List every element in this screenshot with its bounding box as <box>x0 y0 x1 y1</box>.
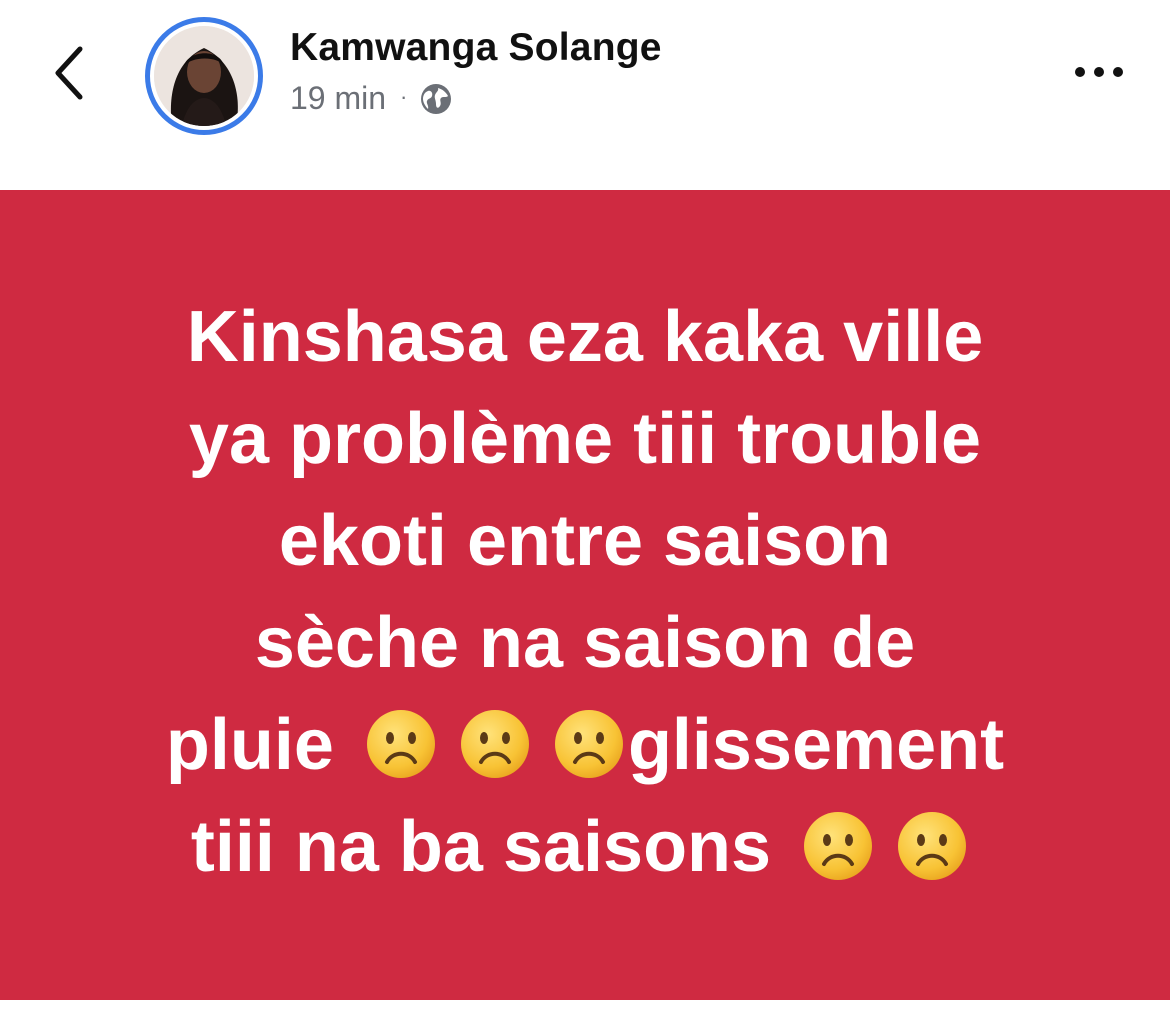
more-options-icon-dot <box>1094 67 1104 77</box>
post-text: Kinshasa eza kaka ville ya problème tiii… <box>85 286 1085 898</box>
profile-photo-icon <box>154 26 254 126</box>
post-line-text: Kinshasa eza kaka ville <box>186 297 984 377</box>
frowning-face-emoji <box>366 710 435 778</box>
back-button[interactable] <box>40 38 100 108</box>
chevron-left-icon <box>55 46 83 100</box>
post-line: Kinshasa eza kaka ville <box>85 286 1085 388</box>
post-line: ya problème tiii trouble <box>85 388 1085 490</box>
post-line-text: sèche na saison de <box>254 603 916 683</box>
post-line-text: ekoti entre saison <box>278 501 892 581</box>
more-options-button[interactable] <box>1062 48 1136 96</box>
post-line-text: tiii na ba saisons <box>190 807 772 887</box>
author-name[interactable]: Kamwanga Solange <box>290 26 662 70</box>
more-options-icon-dot <box>1113 67 1123 77</box>
frowning-face-emoji <box>554 710 623 778</box>
avatar[interactable] <box>145 17 263 135</box>
post-line: pluie glissement <box>85 694 1085 796</box>
post-line-text: ya problème tiii trouble <box>188 399 982 479</box>
post-timestamp[interactable]: 19 min <box>290 80 386 117</box>
post-header: Kamwanga Solange 19 min · <box>0 0 1170 190</box>
post-line-text: pluie <box>165 705 334 785</box>
frowning-face-emoji <box>898 812 967 880</box>
bottom-strip <box>0 1000 1170 1028</box>
globe-icon[interactable] <box>419 82 453 116</box>
post-line-text: glissement <box>627 705 1005 785</box>
post-text-card[interactable]: Kinshasa eza kaka ville ya problème tiii… <box>0 190 1170 1000</box>
frowning-face-emoji <box>460 710 529 778</box>
frowning-face-emoji <box>804 812 873 880</box>
post-line: tiii na ba saisons <box>85 796 1085 898</box>
post-line: ekoti entre saison <box>85 490 1085 592</box>
more-options-icon <box>1075 67 1085 77</box>
post-meta: 19 min · <box>290 80 453 117</box>
post-line: sèche na saison de <box>85 592 1085 694</box>
avatar-photo <box>154 26 254 126</box>
meta-separator: · <box>400 83 408 109</box>
